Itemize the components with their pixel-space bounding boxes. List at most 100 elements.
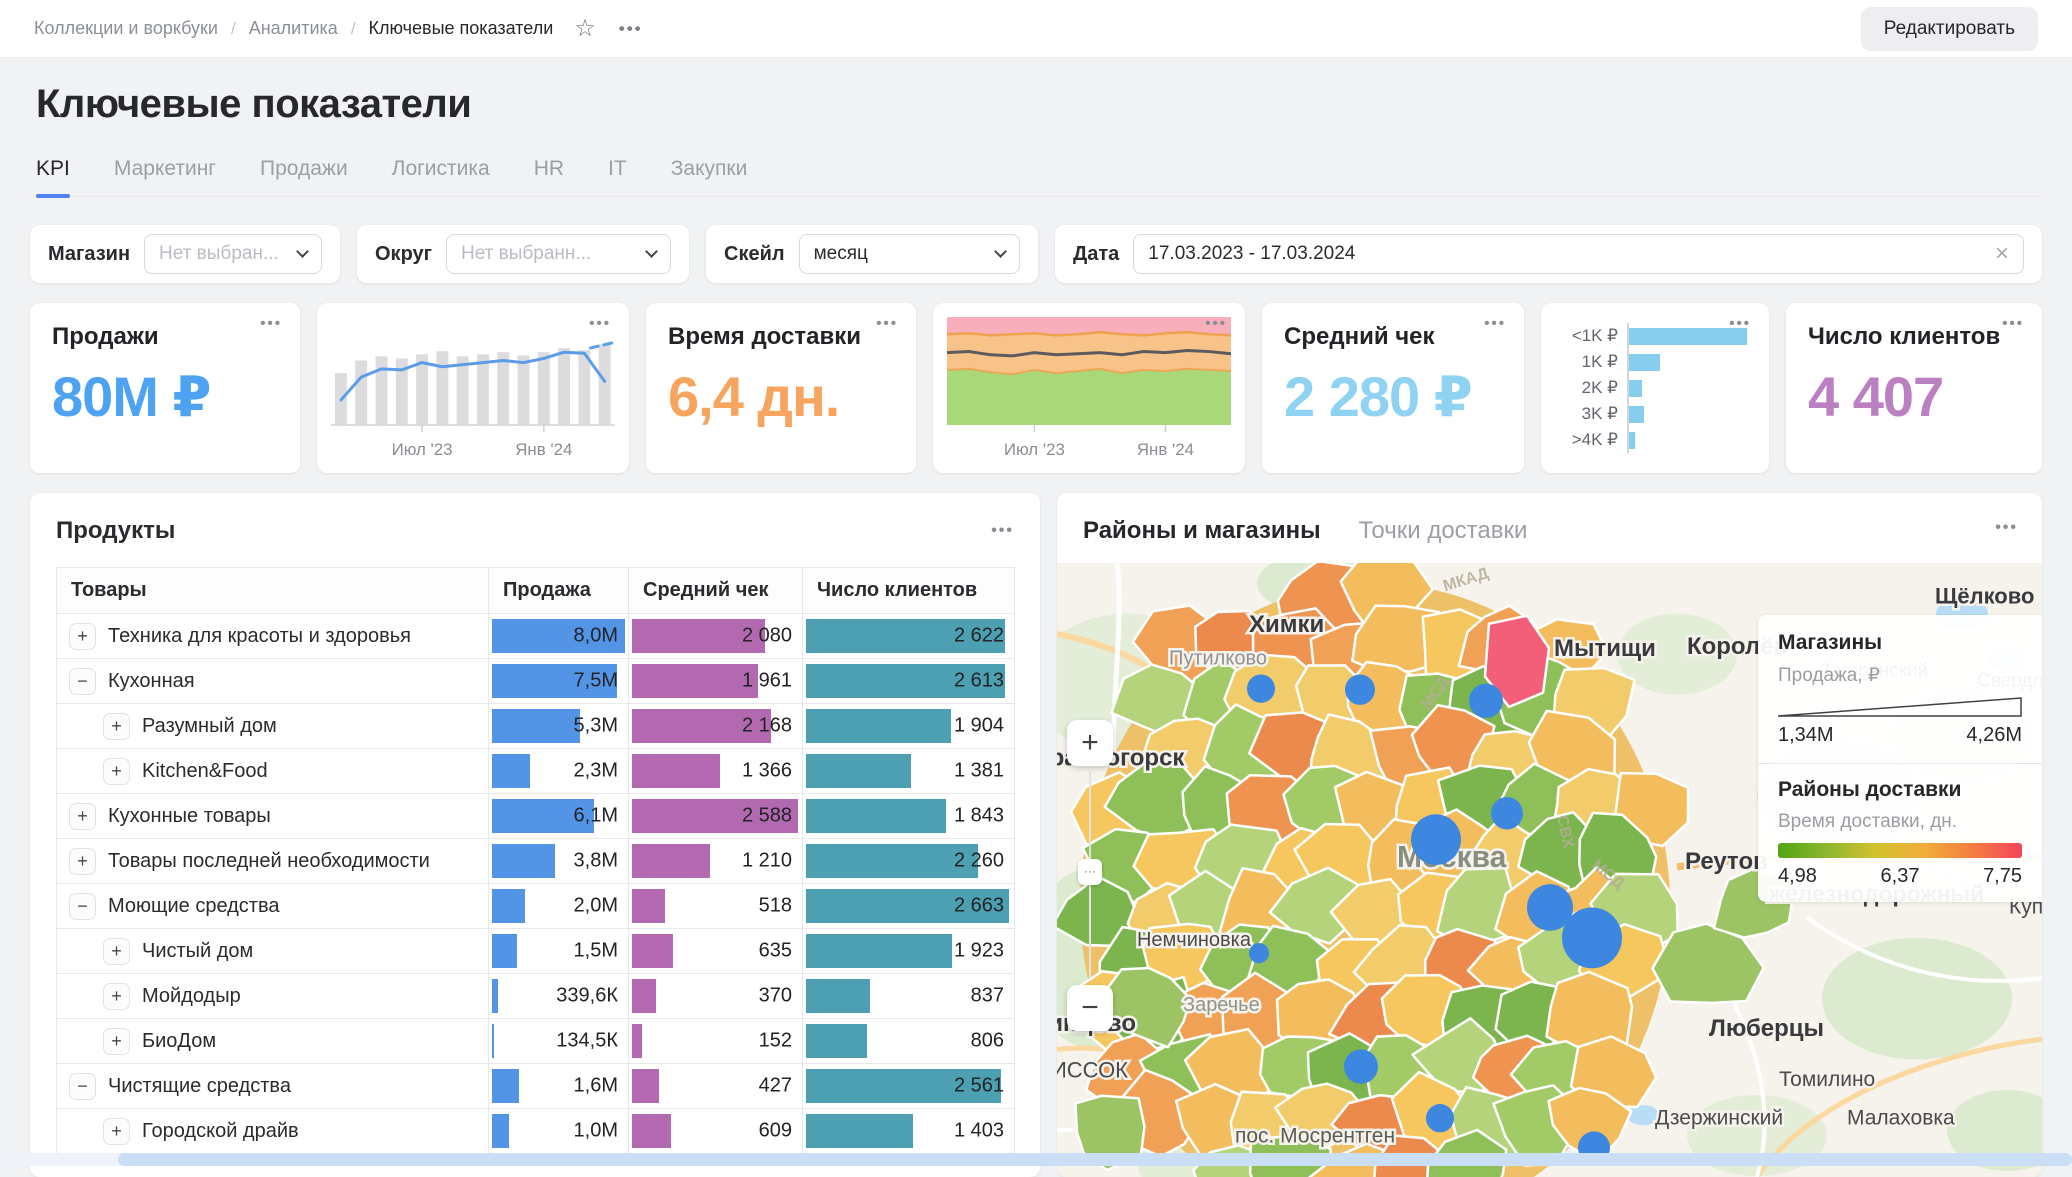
shop-bubble[interactable] [1426,1104,1454,1132]
expand-icon[interactable]: + [69,803,96,830]
clients-bar [806,844,978,878]
breadcrumb-collections[interactable]: Коллекции и воркбуки [34,18,218,39]
tab-маркетинг[interactable]: Маркетинг [114,157,216,196]
tab-закупки[interactable]: Закупки [671,157,748,196]
shop-bubble[interactable] [1469,684,1503,718]
clients-value: 837 [971,985,1004,1008]
tab-hr[interactable]: HR [534,157,564,196]
hist-bar-track [1627,375,1747,401]
expand-icon[interactable]: + [103,1118,130,1145]
sales-trend-chart-card: ••• Июл '23Янв '24 [317,303,629,473]
product-name-cell: +Kitchen&Food [57,749,489,794]
kpi-card-avg-check: ••• Средний чек 2 280 ₽ [1262,303,1524,473]
map-city-label: Немчиновка [1137,929,1252,951]
kpi-clients-value: 4 407 [1808,364,2020,429]
more-menu-icon[interactable]: ••• [619,19,643,39]
map-zoom-out-button[interactable]: − [1067,985,1113,1031]
legend-color-gradient [1778,843,2022,858]
collapse-icon[interactable]: − [69,893,96,920]
expand-icon[interactable]: + [69,848,96,875]
shop-bubble[interactable] [1344,1049,1378,1083]
filter-store-select[interactable]: Нет выбран... [144,234,322,274]
hist-bar-track [1627,349,1747,375]
sales-bar [492,934,517,968]
clients-value: 2 260 [954,850,1004,873]
clients-value: 2 561 [954,1075,1004,1098]
shop-bubble[interactable] [1249,943,1269,963]
table-cell-check: 427 [629,1064,803,1109]
clients-value: 806 [971,1030,1004,1053]
expand-icon[interactable]: + [103,983,130,1010]
horizontal-scrollbar[interactable] [0,1153,2072,1166]
map-area[interactable]: МКАДМСДМСДСВХХимкиПутилковоКрасногорскМы… [1057,563,2042,1177]
expand-icon[interactable]: + [103,713,130,740]
column-header[interactable]: Продажа [489,568,629,614]
product-name-cell: +Товары последней необходимости [57,839,489,884]
breadcrumb-analytics[interactable]: Аналитика [249,18,338,39]
hist-bar[interactable] [1629,432,1635,449]
tab-продажи[interactable]: Продажи [260,157,348,196]
chevron-down-icon [645,245,658,258]
expand-icon[interactable]: + [69,623,96,650]
expand-icon[interactable]: + [103,938,130,965]
expand-icon[interactable]: + [103,1028,130,1055]
card-menu-icon[interactable]: ••• [1484,315,1506,332]
delivery-area-chart[interactable]: Июл '23Янв '24 [947,313,1231,465]
products-table-header: ТоварыПродажаСредний чекЧисло клиентов [57,568,1015,614]
horizontal-scrollbar-thumb[interactable] [118,1153,2072,1166]
hist-bar[interactable] [1629,406,1644,423]
filter-scale-select[interactable]: месяц [799,234,1020,274]
sales-bar [492,709,580,743]
delivery-area-chart-card: ••• Июл '23Янв '24 [933,303,1245,473]
card-menu-icon[interactable]: ••• [876,315,898,332]
card-menu-icon[interactable]: ••• [991,522,1014,540]
map-zoom-drag-handle[interactable]: ⋯ [1078,859,1102,885]
legend-shops-max: 4,26М [1966,724,2022,747]
filter-district-select[interactable]: Нет выбранн... [446,234,671,274]
product-name: Кухонная [108,669,195,691]
shop-bubble[interactable] [1247,674,1275,702]
card-menu-icon[interactable]: ••• [1995,519,2018,537]
tab-логистика[interactable]: Логистика [392,157,490,196]
shop-bubble[interactable] [1491,797,1523,829]
map-zoom-in-button[interactable]: + [1067,720,1113,766]
sales-bar [492,1069,519,1103]
map-tab-districts[interactable]: Районы и магазины [1083,517,1321,545]
top-bar: Коллекции и воркбуки / Аналитика / Ключе… [0,0,2072,58]
sales-trend-chart[interactable]: Июл '23Янв '24 [331,313,615,465]
check-value: 2 168 [742,715,792,738]
column-header[interactable]: Товары [57,568,489,614]
card-menu-icon[interactable]: ••• [589,315,611,332]
card-menu-icon[interactable]: ••• [1729,315,1751,332]
table-cell-clients: 1 923 [803,929,1015,974]
table-cell-sales: 3,8М [489,839,629,884]
check-value: 427 [759,1075,792,1098]
tab-kpi[interactable]: KPI [36,157,70,196]
map-tab-delivery-points[interactable]: Точки доставки [1359,517,1528,545]
product-name-cell: −Моющие средства [57,884,489,929]
shop-bubble[interactable] [1527,884,1573,931]
clients-bar [806,934,952,968]
map-city-label: пос. Мосрентген [1235,1124,1395,1147]
edit-button[interactable]: Редактировать [1861,7,2038,51]
hist-category-label: 1K ₽ [1563,352,1627,372]
table-cell-sales: 339,6К [489,974,629,1019]
collapse-icon[interactable]: − [69,1073,96,1100]
favorite-star-icon[interactable]: ☆ [574,17,596,41]
hist-bar-track [1627,427,1747,453]
hist-bar[interactable] [1629,354,1660,371]
shop-bubble[interactable] [1345,674,1375,704]
expand-icon[interactable]: + [103,758,130,785]
shop-bubble[interactable] [1411,814,1461,865]
hist-bar[interactable] [1629,380,1642,397]
tab-it[interactable]: IT [608,157,627,196]
filter-date-input[interactable]: 17.03.2023 - 17.03.2024 × [1133,234,2024,274]
table-cell-sales: 5,3М [489,704,629,749]
column-header[interactable]: Средний чек [629,568,803,614]
card-menu-icon[interactable]: ••• [1205,315,1227,332]
card-menu-icon[interactable]: ••• [260,315,282,332]
column-header[interactable]: Число клиентов [803,568,1015,614]
collapse-icon[interactable]: − [69,668,96,695]
clear-date-icon[interactable]: × [1995,242,2009,266]
card-menu-icon[interactable]: ••• [2002,315,2024,332]
